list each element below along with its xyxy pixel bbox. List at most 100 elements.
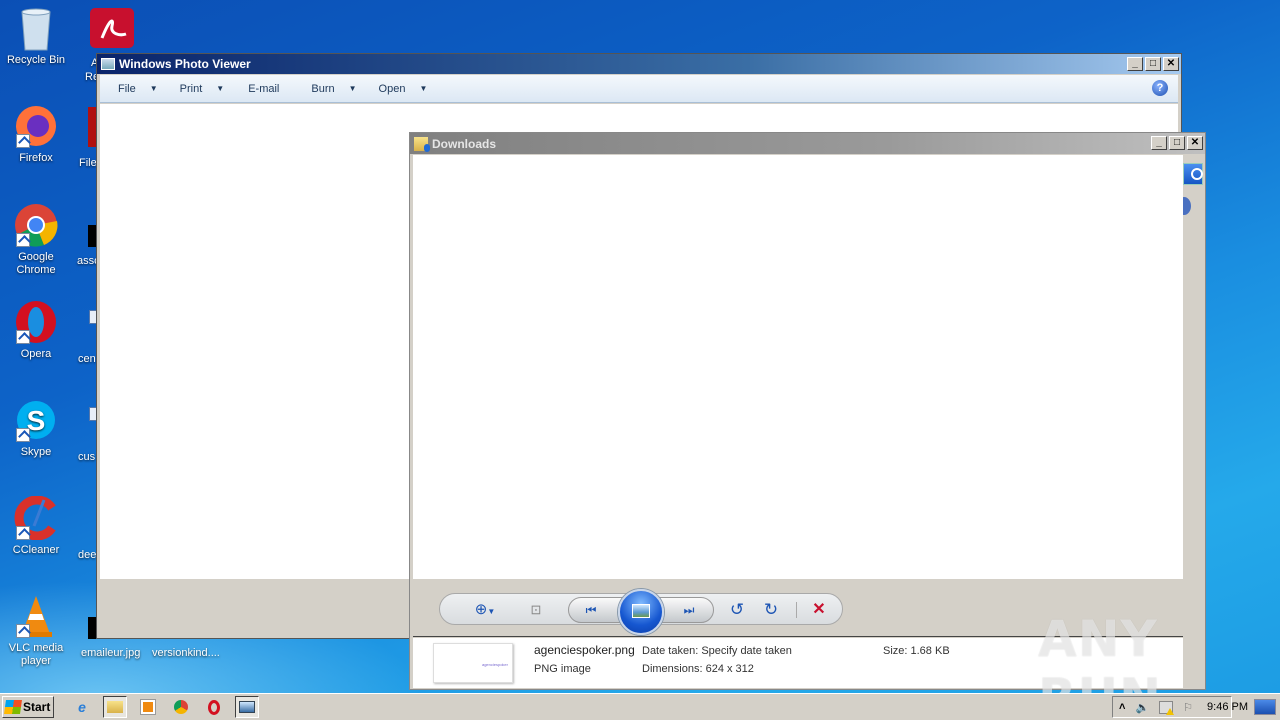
desktop-icon-label: cen <box>78 353 96 365</box>
downloads-window: Downloads _ □ ✕ ⊕▼ ⊡ ⏮ ⏭ ↺ ↻ ✕ agenciesp… <box>409 132 1206 690</box>
vlc-icon <box>14 594 58 638</box>
thumbnail-text: agenciespoker <box>481 662 508 667</box>
skype-icon: S <box>14 398 58 442</box>
chrome-icon[interactable] <box>169 696 193 718</box>
slideshow-button[interactable] <box>618 589 664 635</box>
window-title: Downloads <box>432 136 497 151</box>
previous-icon[interactable]: ⏮ <box>581 600 601 620</box>
menu-print[interactable]: Print ▼ <box>180 83 225 95</box>
shortcut-arrow-icon <box>16 624 30 638</box>
title-bar[interactable]: Downloads _ □ ✕ <box>410 133 1205 154</box>
photo-viewer-icon <box>101 58 115 70</box>
menu-label: Open <box>378 82 406 95</box>
volume-icon[interactable]: 🔈 <box>1135 701 1149 714</box>
desktop-icon-label: Google Chrome <box>16 251 56 276</box>
desktop-icon-label: Firefox <box>19 152 53 164</box>
chevron-down-icon: ▼ <box>149 84 158 93</box>
slideshow-icon <box>632 604 650 618</box>
rotate-counterclockwise-icon[interactable]: ↺ <box>726 600 748 620</box>
chevron-down-icon: ▼ <box>419 84 428 93</box>
close-button[interactable]: ✕ <box>1187 136 1203 150</box>
maximize-button[interactable]: □ <box>1169 136 1185 150</box>
desktop-icon-vlc[interactable]: VLC media player <box>0 594 72 668</box>
actual-size-icon[interactable]: ⊡ <box>526 600 546 620</box>
date-taken[interactable]: Date taken: Specify date taken <box>642 645 792 657</box>
next-icon[interactable]: ⏭ <box>679 600 699 620</box>
title-bar[interactable]: Windows Photo Viewer _ □ ✕ <box>97 54 1181 74</box>
desktop-icon-label: versionkind.... <box>152 647 220 659</box>
windows-logo-icon <box>4 700 22 714</box>
desktop-icon-label: Skype <box>20 446 52 458</box>
file-size: Size: 1.68 KB <box>883 645 950 657</box>
desktop-icon-firefox[interactable]: Firefox <box>0 104 72 165</box>
show-desktop-button[interactable] <box>1254 699 1276 715</box>
help-icon[interactable]: ? <box>1152 80 1168 96</box>
clock[interactable]: 9:46 PM <box>1207 701 1248 713</box>
rotate-clockwise-icon[interactable]: ↻ <box>760 600 782 620</box>
menu-label: E-mail <box>248 82 280 95</box>
ccleaner-icon <box>14 495 58 541</box>
playback-controls: ⊕▼ ⊡ ⏮ ⏭ ↺ ↻ ✕ <box>439 589 843 635</box>
desktop-icon-label: Recycle Bin <box>6 54 66 66</box>
divider <box>796 602 797 618</box>
acrobat-reader-icon[interactable] <box>90 8 134 48</box>
desktop-icon-ccleaner[interactable]: CCleaner <box>0 495 72 557</box>
desktop-icon-label: emaileur.jpg <box>81 647 141 659</box>
start-button[interactable]: Start <box>2 696 54 718</box>
shortcut-arrow-icon <box>16 526 30 540</box>
chevron-down-icon: ▼ <box>348 84 357 93</box>
file-dimensions: Dimensions: 624 x 312 <box>642 663 754 675</box>
zoom-icon[interactable]: ⊕▼ <box>468 600 502 620</box>
photo-viewer-icon[interactable] <box>235 696 259 718</box>
firefox-icon <box>14 104 58 148</box>
menu-file[interactable]: File ▼ <box>118 83 158 95</box>
start-label: Start <box>23 700 51 714</box>
minimize-button[interactable]: _ <box>1127 57 1143 71</box>
minimize-button[interactable]: _ <box>1151 136 1167 150</box>
shortcut-arrow-icon <box>16 330 30 344</box>
show-hidden-icons-button[interactable]: ˄ <box>1119 701 1125 713</box>
file-thumbnail[interactable]: agenciespoker <box>433 643 513 683</box>
menu-label: Print <box>179 82 203 95</box>
close-button[interactable]: ✕ <box>1163 57 1179 71</box>
file-type: PNG image <box>534 663 591 675</box>
menu-label: Burn <box>311 82 335 95</box>
opera-icon <box>14 300 58 344</box>
maximize-button[interactable]: □ <box>1145 57 1161 71</box>
chrome-icon <box>14 203 58 247</box>
desktop-icon-label: Opera <box>20 348 52 360</box>
desktop-icon-recycle-bin[interactable]: Recycle Bin <box>0 6 72 67</box>
menu-bar: File ▼ Print ▼ E-mail Burn ▼ Open ▼ ? <box>100 75 1178 103</box>
window-title: Windows Photo Viewer <box>119 57 251 71</box>
desktop-icon-label: File <box>79 157 97 169</box>
file-name: agenciespoker.png <box>534 643 635 657</box>
side-panel <box>1177 155 1203 255</box>
action-center-flag-icon[interactable]: ⚐ <box>1183 701 1193 714</box>
media-player-icon[interactable] <box>136 696 160 718</box>
menu-open[interactable]: Open ▼ <box>379 83 428 95</box>
chevron-down-icon: ▼ <box>216 84 225 93</box>
desktop-icon-label: VLC media player <box>8 642 64 667</box>
network-warning-icon[interactable] <box>1159 700 1175 715</box>
menu-email[interactable]: E-mail <box>248 83 279 95</box>
menu-burn[interactable]: Burn ▼ <box>311 83 356 95</box>
recycle-bin-icon <box>14 6 58 51</box>
image-view-area <box>413 155 1183 579</box>
explorer-icon[interactable] <box>103 696 127 718</box>
search-icon[interactable] <box>1183 163 1203 185</box>
desktop-icon-skype[interactable]: S Skype <box>0 398 72 459</box>
menu-label: File <box>118 82 136 95</box>
taskbar: Start e ˄ 🔈 ⚐ 9:46 PM <box>0 693 1280 720</box>
folder-icon <box>414 136 430 152</box>
desktop-icon-label: cus <box>78 451 96 463</box>
internet-explorer-icon[interactable]: e <box>70 696 94 718</box>
shortcut-arrow-icon <box>16 428 30 442</box>
desktop-icon-opera[interactable]: Opera <box>0 300 72 361</box>
desktop-icon-chrome[interactable]: Google Chrome <box>0 203 72 277</box>
desktop-icon-label: dee <box>78 549 97 561</box>
opera-icon[interactable] <box>202 696 226 718</box>
desktop-icon-label: CCleaner <box>12 544 60 556</box>
delete-icon[interactable]: ✕ <box>808 600 830 620</box>
shortcut-arrow-icon <box>16 134 30 148</box>
shortcut-arrow-icon <box>16 233 30 247</box>
